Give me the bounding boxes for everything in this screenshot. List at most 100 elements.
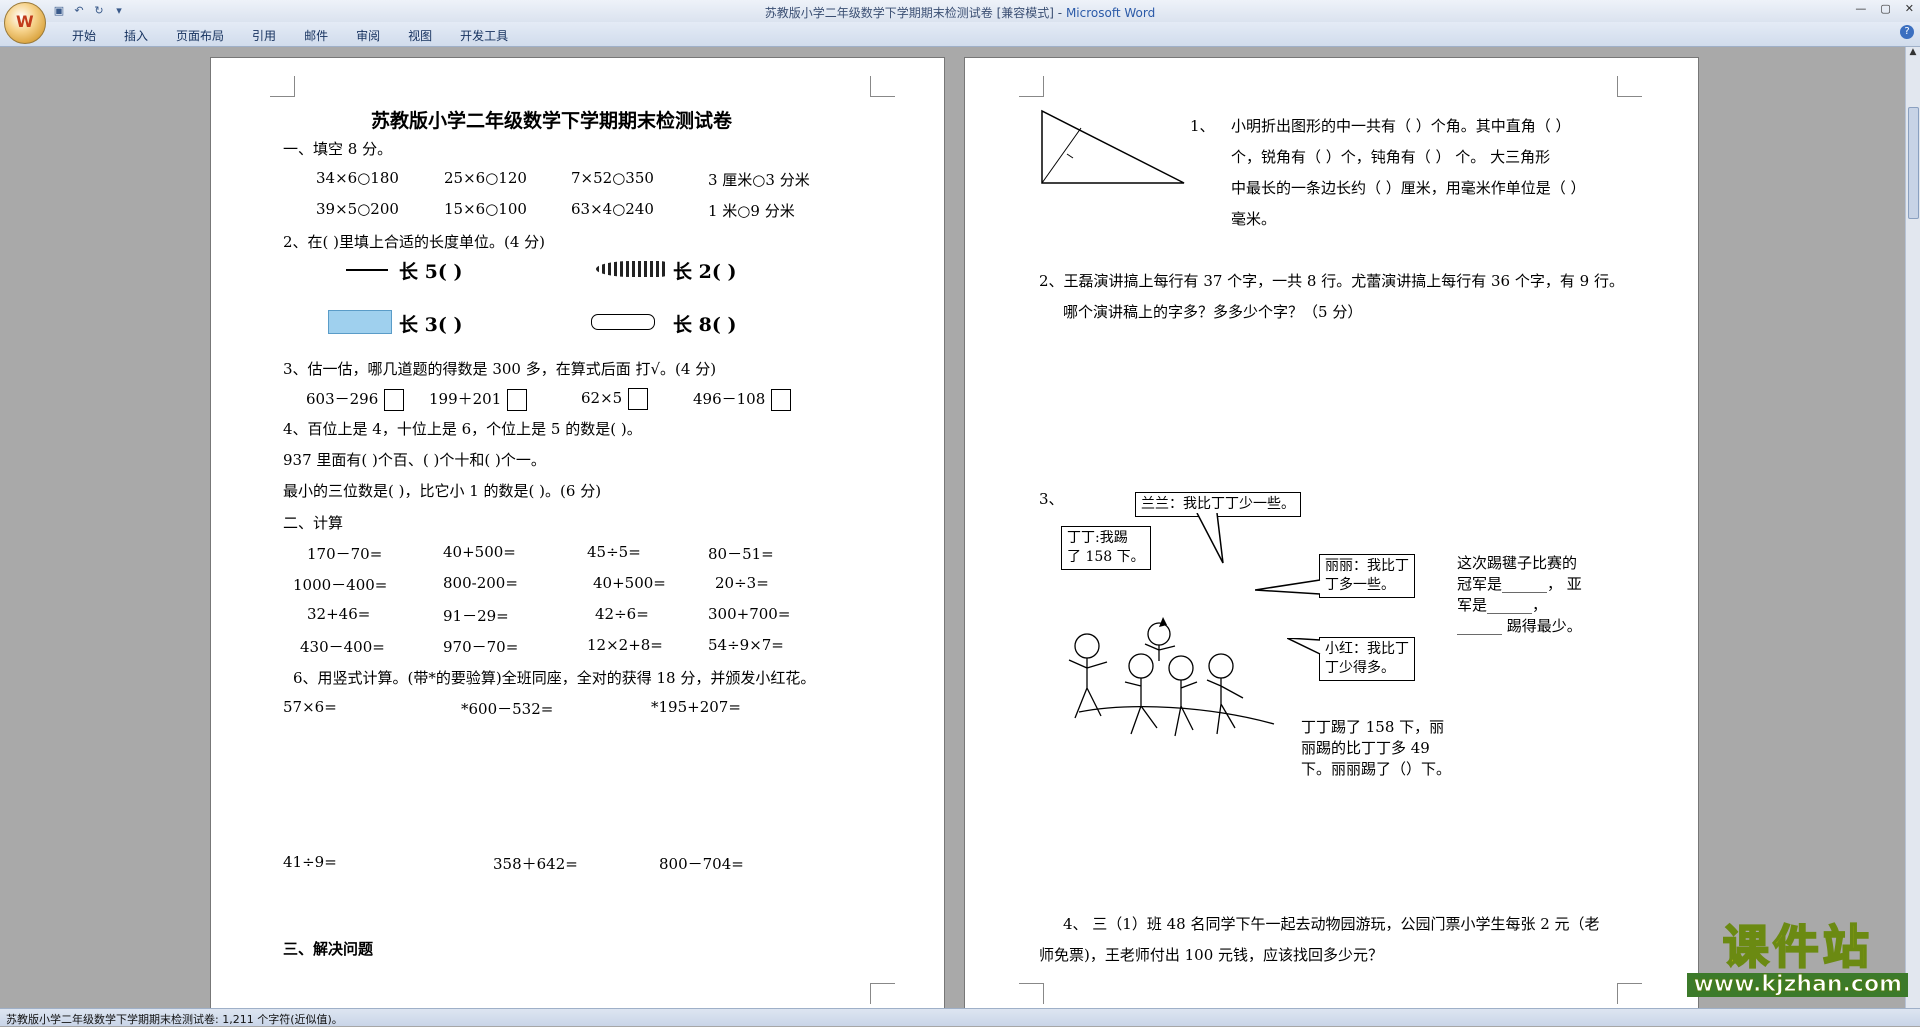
tab-mailings[interactable]: 邮件: [290, 27, 342, 44]
scroll-thumb[interactable]: [1908, 107, 1919, 219]
app-name: Microsoft Word: [1065, 6, 1156, 20]
calc-item: 54÷9×7=: [708, 636, 784, 654]
minimize-icon[interactable]: —: [1855, 2, 1866, 15]
fill-item: 63×4○240: [571, 200, 654, 218]
calc-item: 91－29=: [443, 607, 509, 625]
length-answer: 长 8( ): [673, 314, 737, 336]
question-3-answer-line: 这次踢毽子比赛的: [1457, 554, 1578, 572]
calc-item: 430－400=: [300, 638, 385, 656]
vertical-calc-item: 41÷9=: [283, 853, 337, 871]
estimate-expression: 199＋201: [429, 390, 502, 408]
vertical-scrollbar[interactable]: ▲: [1905, 47, 1920, 1008]
tab-developer[interactable]: 开发工具: [446, 27, 522, 44]
eraser-image: [328, 310, 392, 334]
checkbox[interactable]: [507, 389, 528, 411]
section-3-heading: 三、解决问题: [283, 940, 374, 958]
calc-item: 1000－400=: [293, 576, 388, 594]
calc-item: 12×2+8=: [587, 636, 663, 654]
question-1-line: 中最长的一条边长约（ ）厘米，用毫米作单位是（ ）: [1231, 179, 1586, 197]
question-3-text: 丽踢的比丁丁多 49: [1301, 739, 1430, 757]
bubble-tail: [1287, 638, 1321, 655]
tab-review[interactable]: 审阅: [342, 27, 394, 44]
usb-image: [591, 314, 655, 330]
page-1[interactable]: 苏教版小学二年级数学下学期期末检测试卷 一、填空 8 分。 34×6○180 2…: [210, 57, 945, 1008]
bubble-line: 丁少得多。: [1325, 660, 1395, 676]
document-title-text: 苏教版小学二年级数学下学期期末检测试卷: [371, 110, 733, 132]
bubble-tail: [1196, 513, 1224, 564]
checkbox[interactable]: [384, 389, 405, 411]
scroll-up-icon[interactable]: ▲: [1906, 47, 1920, 61]
crop-mark: [1617, 76, 1642, 97]
watermark-logo: 课件站 www.kjzhan.com: [1687, 920, 1908, 997]
vertical-calc-item: 57×6=: [283, 698, 337, 716]
title-separator: -: [1053, 6, 1066, 20]
tab-page-layout[interactable]: 页面布局: [162, 27, 238, 44]
tab-insert[interactable]: 插入: [110, 27, 162, 44]
question-1-line: 毫米。: [1231, 210, 1277, 228]
crop-mark: [870, 983, 895, 1004]
fill-item: 7×52○350: [571, 169, 654, 187]
fill-item: 1 米○9 分米: [708, 202, 795, 220]
speech-bubble-xiaohong: 小红：我比丁 丁少得多。: [1319, 637, 1415, 681]
question-2-line: 哪个演讲稿上的字多？多多少个字？（5 分）: [1063, 303, 1363, 321]
estimate-item: 496－108: [693, 388, 792, 411]
page-2[interactable]: 1、 小明折出图形的中一共有（ ）个角。其中直角（ ） 个，锐角有（ ）个，钝角…: [964, 57, 1699, 1008]
children-illustration: [1068, 617, 1275, 737]
crop-mark: [1019, 76, 1044, 97]
maximize-icon[interactable]: ▢: [1880, 2, 1890, 15]
nail-image: [346, 269, 388, 271]
question-1-line: 个，锐角有（ ）个，钝角有（ ） 个。 大三角形: [1231, 148, 1551, 166]
fill-item: 25×6○120: [444, 169, 527, 187]
question-3-answer-line: 冠军是______， 亚: [1457, 575, 1582, 593]
length-answer: 长 5( ): [399, 261, 463, 283]
question-3-text: 下。丽丽踢了（）下。: [1301, 760, 1452, 778]
office-button[interactable]: W: [4, 2, 46, 44]
estimate-item: 199＋201: [429, 388, 528, 411]
office-logo-icon: W: [16, 12, 34, 31]
question-4a: 4、百位上是 4，十位上是 6，个位上是 5 的数是( )。: [283, 420, 642, 438]
calc-item: 800-200=: [443, 574, 518, 592]
vertical-calc-item: 800－704=: [659, 855, 744, 873]
help-icon[interactable]: ?: [1900, 25, 1914, 39]
crop-mark: [270, 76, 295, 97]
calc-item: 45÷5=: [587, 543, 641, 561]
checkbox[interactable]: [771, 389, 792, 411]
watermark-url: www.kjzhan.com: [1687, 972, 1908, 997]
speech-bubble-lili: 丽丽：我比丁 丁多一些。: [1319, 554, 1415, 598]
calc-item: 40+500=: [593, 574, 666, 592]
question-3: 3、估一估，哪几道题的得数是 300 多，在算式后面 打√。(4 分): [283, 360, 717, 378]
question-2: 2、在( )里填上合适的长度单位。(4 分): [283, 233, 546, 251]
speech-bubble-dingding: 丁丁:我踢 了 158 下。: [1061, 526, 1151, 570]
estimate-expression: 603－296: [306, 390, 379, 408]
length-answer: 长 3( ): [399, 314, 463, 336]
ribbon-tabs: 开始 插入 页面布局 引用 邮件 审阅 视图 开发工具: [58, 27, 522, 44]
question-1-line: 小明折出图形的中一共有（ ）个角。其中直角（ ）: [1231, 117, 1571, 135]
document-workspace[interactable]: 苏教版小学二年级数学下学期期末检测试卷 一、填空 8 分。 34×6○180 2…: [0, 47, 1906, 1008]
calc-item: 80－51=: [708, 545, 774, 563]
question-4c: 最小的三位数是( )，比它小 1 的数是( )。(6 分): [283, 482, 602, 500]
bubble-line: 丁多一些。: [1325, 577, 1395, 593]
question-4b: 937 里面有( )个百、( )个十和( )个一。: [283, 451, 546, 469]
question-3-text: 丁丁踢了 158 下，丽: [1301, 718, 1445, 736]
section-1-heading: 一、填空 8 分。: [283, 140, 393, 158]
tab-references[interactable]: 引用: [238, 27, 290, 44]
bubble-tail: [1255, 579, 1321, 595]
bubble-line: 丽丽：我比丁: [1325, 558, 1409, 574]
title-bar: ▣ ↶ ↻ ▾ 苏教版小学二年级数学下学期期末检测试卷 [兼容模式] - Mic…: [0, 0, 1920, 22]
crop-mark: [1617, 983, 1642, 1004]
estimate-item: 62×5: [581, 388, 649, 410]
question-1-number: 1、: [1190, 117, 1215, 135]
tab-home[interactable]: 开始: [58, 27, 110, 44]
vertical-calc-item: *195+207=: [651, 698, 741, 716]
question-2-line: 2、王磊演讲搞上每行有 37 个字，一共 8 行。尤蕾演讲搞上每行有 36 个字…: [1039, 272, 1624, 290]
question-4-line: 师免票)，王老师付出 100 元钱，应该找回多少元？: [1039, 946, 1384, 964]
tab-view[interactable]: 视图: [394, 27, 446, 44]
document-title: 苏教版小学二年级数学下学期期末检测试卷 [兼容模式]: [764, 6, 1054, 20]
checkbox[interactable]: [628, 388, 649, 410]
crop-mark: [1019, 983, 1044, 1004]
question-6: 6、用竖式计算。(带*的要验算)全班同座，全对的获得 18 分，并颁发小红花。: [293, 669, 816, 687]
calc-item: 300+700=: [708, 605, 791, 623]
window-controls: — ▢ ✕: [1855, 2, 1914, 15]
close-icon[interactable]: ✕: [1905, 2, 1914, 15]
fish-image: [596, 261, 666, 277]
